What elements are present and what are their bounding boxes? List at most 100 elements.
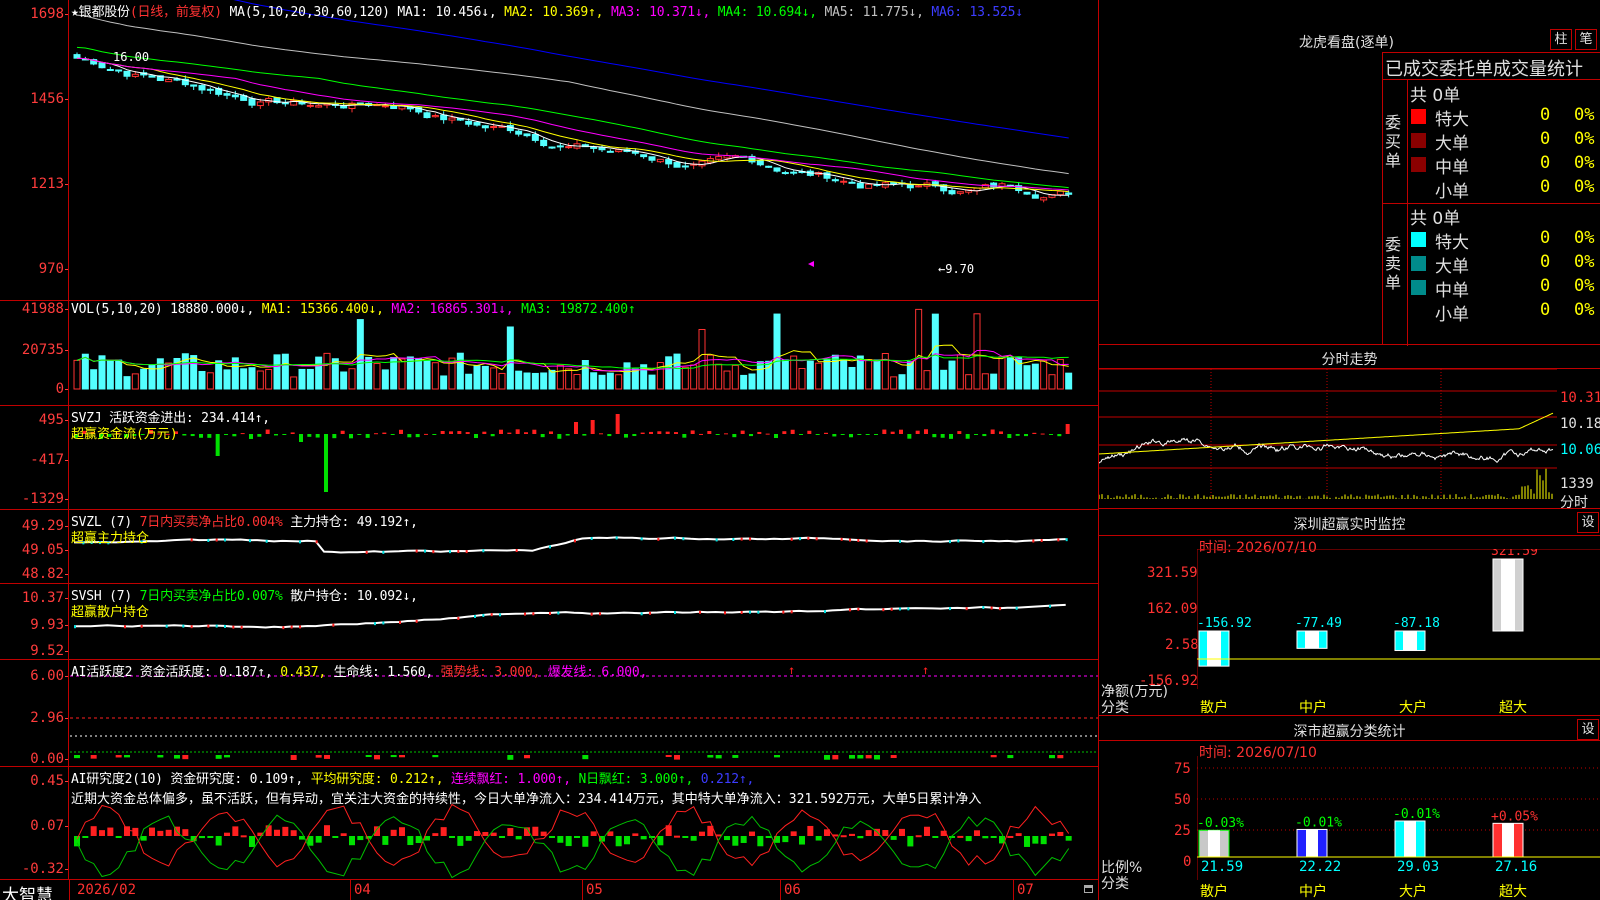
ratio-change-label: -0.01% <box>1393 807 1440 822</box>
ratio-value-label: 22.22 <box>1299 859 1341 875</box>
candle-body <box>790 171 798 174</box>
research-bar <box>957 835 964 838</box>
research-bar <box>199 836 205 839</box>
intraday-y-tick: 10.31 <box>1560 390 1600 406</box>
holding-tick <box>715 538 718 542</box>
research-bar <box>99 830 105 836</box>
intraday-y-tick: 10.18 <box>1560 416 1600 432</box>
sell-row-count: 0 <box>1540 252 1551 272</box>
fund-flow-bar <box>190 434 195 437</box>
fund-flow-bar <box>774 434 778 439</box>
volume-bar <box>623 362 631 390</box>
holding-tick <box>674 611 676 615</box>
bar-mode-button[interactable]: 柱 <box>1550 29 1572 50</box>
y-tick: 1213 <box>30 176 68 192</box>
fund-flow-bar <box>249 434 253 439</box>
fund-flow-bar <box>332 434 337 439</box>
volume-bar <box>698 328 706 390</box>
holding-tick <box>1032 539 1035 543</box>
holding-tick <box>599 612 601 616</box>
svsh-hold: 散户持仓: 10.092↓, <box>290 589 418 604</box>
research-bar <box>274 829 280 836</box>
research-bar <box>565 836 572 847</box>
holding-tick <box>399 620 401 624</box>
candle-body <box>715 156 723 160</box>
candlestick-chart[interactable] <box>70 0 1098 300</box>
kline-panel[interactable]: 1698 1456 1213 970 ★银都股份(日线，前复权) MA(5,10… <box>0 0 1098 301</box>
ai-activity-panel[interactable]: 6.00 2.96 0.00 ↑ ↑ AI活跃度2 资金活跃度: 0.187↑, … <box>0 660 1098 767</box>
holding-tick <box>1049 604 1051 608</box>
research-bar <box>457 836 464 846</box>
candle-body <box>123 70 131 77</box>
volume-bar <box>190 355 198 390</box>
activity-bar <box>1049 755 1055 759</box>
volume-bar <box>440 375 448 390</box>
ma5-value: MA5: 11.775↓, <box>824 5 924 20</box>
fund-flow-bar <box>490 434 495 437</box>
research-bar <box>932 836 939 838</box>
ai-activity-label: AI活跃度2 资金活跃度: 0.187↑, <box>71 665 273 680</box>
settings-button[interactable]: 设 <box>1577 719 1599 740</box>
brand-label: 大智慧 <box>2 886 53 900</box>
fund-flow-bar <box>207 434 212 438</box>
volume-bar <box>323 352 331 390</box>
volume-bar <box>348 368 356 390</box>
candle-body <box>673 162 681 168</box>
holding-tick <box>640 612 643 616</box>
holding-tick <box>449 550 451 554</box>
activity-bar <box>399 755 405 758</box>
up-arrow-icon: ↑ <box>922 663 929 677</box>
settings-button[interactable]: 设 <box>1577 512 1599 533</box>
y-tick: 2.58 <box>1165 637 1199 653</box>
research-bar <box>90 826 97 836</box>
holding-tick <box>657 537 660 541</box>
fund-flow-panel[interactable]: 495 -417 -1329 SVZJ 活跃资金进出: 234.414↑, 超赢… <box>0 406 1098 510</box>
volume-panel[interactable]: 41988 20735 0 VOL(5,10,20) 18880.000↓, M… <box>0 301 1098 406</box>
research-bar <box>440 827 447 836</box>
moving-average-line <box>76 46 1069 189</box>
research-bar <box>749 831 755 836</box>
activity-bar <box>74 755 80 759</box>
volume-bar <box>548 369 556 390</box>
stock-chart-app: { "kline": { "star": "★", "stock_name": … <box>0 0 1600 900</box>
main-holding-panel[interactable]: 49.29 49.05 48.82 SVZL (7) 7日内买卖净占比0.004… <box>0 510 1098 584</box>
retail-holding-panel[interactable]: 10.37 9.93 9.52 SVSH (7) 7日内买卖净占比0.007% … <box>0 584 1098 660</box>
holding-tick <box>299 540 301 544</box>
ai-research-panel[interactable]: 0.45 0.07 -0.32 AI研究度2(10) 资金研究度: 0.109↑… <box>0 767 1098 879</box>
y-tick: -0.32 <box>21 861 69 877</box>
research-bar <box>1024 836 1030 847</box>
holding-tick <box>232 625 235 629</box>
holding-tick <box>249 539 251 543</box>
intraday-chart[interactable] <box>1099 369 1557 509</box>
candle-body <box>306 104 314 107</box>
holding-tick <box>557 611 560 615</box>
pen-mode-button[interactable]: 笔 <box>1575 29 1597 50</box>
holding-tick <box>190 538 193 542</box>
holding-tick <box>482 549 485 553</box>
research-bar <box>382 836 389 845</box>
volume-bar <box>523 372 531 390</box>
volume-bar <box>315 356 323 390</box>
intraday-panel[interactable]: 分时走势 10.31 10.18 10.06 1339 分时 <box>1098 345 1600 511</box>
activity-bar <box>707 755 714 758</box>
svzl-subtitle: 超赢主力持仓 <box>71 531 150 546</box>
candle-body <box>656 158 664 163</box>
fund-flow-bar <box>374 433 378 435</box>
activity-bar <box>507 755 514 760</box>
volume-bar <box>81 353 89 390</box>
y-tick: 48.82 <box>21 566 69 582</box>
fund-flow-bar <box>265 429 270 434</box>
fund-flow-bar <box>290 432 295 434</box>
candle-body <box>848 181 856 184</box>
volume-bar <box>740 374 748 390</box>
volume-bar <box>306 368 314 390</box>
holding-tick <box>432 550 435 554</box>
candle-body <box>131 73 139 77</box>
ai-life-line: 生命线: 1.560, <box>333 665 434 680</box>
y-tick: -417 <box>30 452 68 468</box>
volume-bar <box>1040 360 1048 390</box>
holding-tick <box>615 536 618 540</box>
lock-icon[interactable] <box>1084 885 1093 893</box>
x-axis: 大智慧 2026/02 04 05 06 07 <box>0 879 1098 900</box>
holding-tick <box>182 624 185 628</box>
